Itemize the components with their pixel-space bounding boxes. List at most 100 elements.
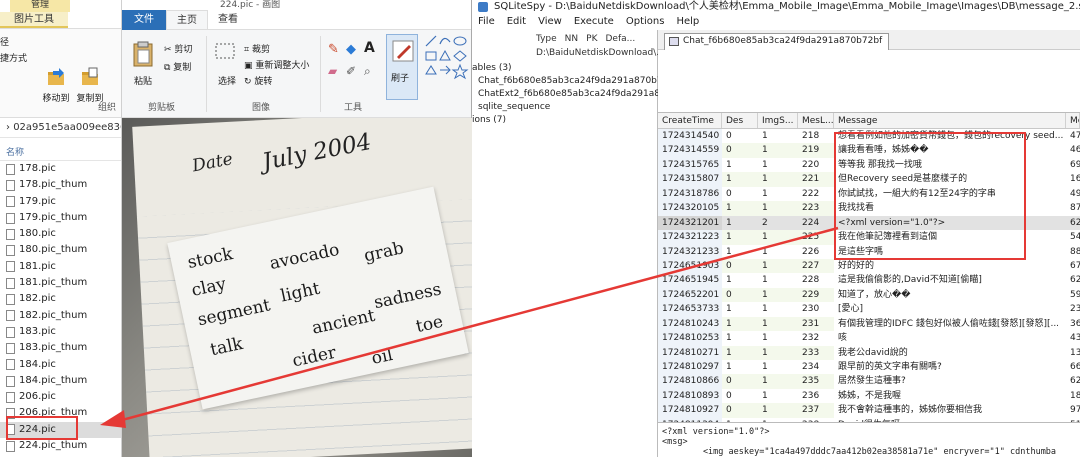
cell-createtime[interactable]: 1724651903 [658, 258, 722, 274]
cell-message[interactable]: 你試試找，一組大約有12至24字的字串 [834, 187, 1066, 201]
cell-des[interactable]: 1 [722, 345, 758, 360]
path-button[interactable]: 径 [0, 35, 16, 48]
cell-message[interactable]: 我老公david說的 [834, 346, 1066, 360]
cell-createtime[interactable]: 1724810243 [658, 316, 722, 332]
menu-options[interactable]: Options [620, 14, 671, 30]
tree-table-sqlite-sequence[interactable]: sqlite_sequence [472, 101, 680, 114]
cell-des[interactable]: 1 [722, 331, 758, 345]
cell-more[interactable]: 46 [1066, 143, 1080, 157]
cell-des[interactable]: 0 [722, 129, 758, 143]
cell-des[interactable]: 0 [722, 403, 758, 418]
cell-des[interactable]: 1 [722, 216, 758, 230]
cell-des[interactable]: 0 [722, 287, 758, 303]
table-row[interactable]: 1724314540 0 1 218 想看看例如他的加密貨幣錢包，錢包的recovery… [658, 129, 1080, 144]
cell-createtime[interactable]: 1724810866 [658, 374, 722, 389]
cell-createtime[interactable]: 1724651945 [658, 273, 722, 288]
resize-button[interactable]: ▣ 重新调整大小 [244, 58, 309, 71]
copy-to-button[interactable]: 复制到 [74, 67, 106, 104]
cell-more[interactable]: 62 [1066, 216, 1080, 230]
cell-imgstatus[interactable]: 1 [758, 345, 798, 360]
file-item[interactable]: 183.pic [0, 324, 121, 340]
schema-header-default[interactable]: Defa... [605, 34, 635, 44]
picture-tools-tab[interactable]: 图片工具 [0, 12, 68, 28]
tree-table-chatext2[interactable]: ChatExt2_f6b680e85ab3ca24f9da291a870... [472, 88, 680, 101]
file-item[interactable]: 182.pic_thum [0, 308, 121, 324]
paste-shortcut-button[interactable]: 捷方式 [0, 51, 34, 64]
cell-meslocalid[interactable]: 227 [798, 258, 834, 274]
cell-more[interactable]: 18 [1066, 389, 1080, 403]
cell-meslocalid[interactable]: 235 [798, 374, 834, 389]
fill-icon[interactable]: ◆ [346, 42, 356, 57]
cell-des[interactable]: 0 [722, 187, 758, 201]
file-item[interactable]: 181.pic [0, 259, 121, 275]
file-item[interactable]: 184.pic [0, 357, 121, 373]
col-header-meslocalid[interactable]: MesL... [798, 113, 834, 128]
cell-more[interactable]: 88 [1066, 245, 1080, 259]
file-item[interactable]: 206.pic_thum [0, 405, 121, 421]
cell-meslocalid[interactable]: 222 [798, 187, 834, 201]
cell-message[interactable]: 等等我 那我找一找哦 [834, 158, 1066, 172]
tab-file[interactable]: 文件 [122, 10, 166, 30]
col-header-more[interactable]: Me [1066, 113, 1080, 128]
tab-home[interactable]: 主页 [166, 10, 208, 29]
cell-message[interactable]: 我在他筆記簿裡看到這個 [834, 230, 1066, 244]
copy-button[interactable]: ⧉ 复制 [164, 60, 191, 73]
magnifier-icon[interactable]: ⌕ [364, 64, 371, 79]
table-row[interactable]: 1724810243 1 1 231 有個我管理的IDFC 錢包好似被人偷咗錢[發怒][… [658, 316, 1080, 332]
cell-more[interactable]: 23 [1066, 302, 1080, 316]
table-row[interactable]: 172465220101229知道了，放心��59 [658, 287, 1080, 303]
move-to-button[interactable]: 移动到 [40, 67, 72, 104]
cell-meslocalid[interactable]: 228 [798, 273, 834, 287]
cell-createtime[interactable]: 1724315807 [658, 172, 722, 187]
cell-imgstatus[interactable]: 1 [758, 158, 798, 172]
cell-more[interactable]: 87 [1066, 201, 1080, 215]
cell-more[interactable]: 36 [1066, 317, 1080, 331]
sql-editor[interactable] [658, 50, 1080, 113]
table-row[interactable]: 172481092701237我不會幹這種事的，姊姊你要相信我97 [658, 403, 1080, 418]
cell-createtime[interactable]: 1724314540 [658, 129, 722, 144]
cell-imgstatus[interactable]: 1 [758, 302, 798, 316]
cell-imgstatus[interactable]: 1 [758, 360, 798, 374]
cell-message[interactable]: 想看看例如他的加密貨幣錢包，錢包的recovery seed... [834, 129, 1066, 143]
text-icon[interactable]: A [364, 40, 375, 56]
menu-help[interactable]: Help [670, 14, 705, 30]
cell-createtime[interactable]: 1724318786 [658, 186, 722, 202]
file-item[interactable]: 224.pic [0, 421, 121, 439]
cell-createtime[interactable]: 1724810927 [658, 403, 722, 418]
cell-des[interactable]: 1 [722, 245, 758, 259]
cell-createtime[interactable]: 1724810893 [658, 388, 722, 404]
cell-message[interactable]: <?xml version="1.0"?> [834, 216, 1066, 230]
cell-message[interactable]: 讓我看看唾，姊姊�� [834, 143, 1066, 157]
cell-message[interactable]: 我不會幹這種事的，姊姊你要相信我 [834, 403, 1066, 417]
cell-imgstatus[interactable]: 1 [758, 129, 798, 143]
cell-des[interactable]: 1 [722, 316, 758, 332]
table-row[interactable]: 172431455901219讓我看看唾，姊姊��46 [658, 143, 1080, 158]
cell-more[interactable]: 97 [1066, 403, 1080, 417]
cell-message[interactable]: 有個我管理的IDFC 錢包好似被人偷咗錢[發怒][發怒][... [834, 317, 1066, 331]
cell-imgstatus[interactable]: 2 [758, 216, 798, 230]
table-row[interactable]: 172431580711221但Recovery seed是甚麼樣子的16 [658, 172, 1080, 187]
cell-more[interactable]: 16 [1066, 172, 1080, 186]
tree-table-chat[interactable]: Chat_f6b680e85ab3ca24f9da291a870b72bf [472, 75, 680, 88]
cell-meslocalid[interactable]: 226 [798, 245, 834, 259]
file-item[interactable]: 179.pic [0, 194, 121, 210]
crop-button[interactable]: ⌗ 裁剪 [244, 42, 270, 55]
table-row[interactable]: 172431576511220等等我 那我找一找哦69 [658, 157, 1080, 173]
cell-des[interactable]: 0 [722, 374, 758, 389]
cell-imgstatus[interactable]: 1 [758, 403, 798, 418]
table-row[interactable]: 172465190301227好的好的67 [658, 258, 1080, 274]
cell-imgstatus[interactable]: 1 [758, 201, 798, 216]
table-row[interactable]: 172432122311225我在他筆記簿裡看到這個54 [658, 230, 1080, 245]
cell-message[interactable]: 是這些字嗎 [834, 245, 1066, 259]
menu-execute[interactable]: Execute [568, 14, 620, 30]
cell-meslocalid[interactable]: 236 [798, 389, 834, 403]
col-header-imgstatus[interactable]: ImgS... [758, 113, 798, 128]
table-row[interactable]: 172465194511228這是我偷偷影的,David不知道[偷瞄]62 [658, 273, 1080, 288]
paste-button[interactable]: 粘贴 [134, 74, 152, 87]
name-column-header[interactable]: 名称 [0, 145, 121, 161]
cell-imgstatus[interactable]: 1 [758, 331, 798, 345]
cell-createtime[interactable]: 1724321223 [658, 230, 722, 245]
cell-imgstatus[interactable]: 1 [758, 258, 798, 274]
table-row[interactable]: 172481086601235居然發生這種事?62 [658, 374, 1080, 389]
cell-message[interactable]: 跟早前的英文字串有關嗎? [834, 360, 1066, 374]
